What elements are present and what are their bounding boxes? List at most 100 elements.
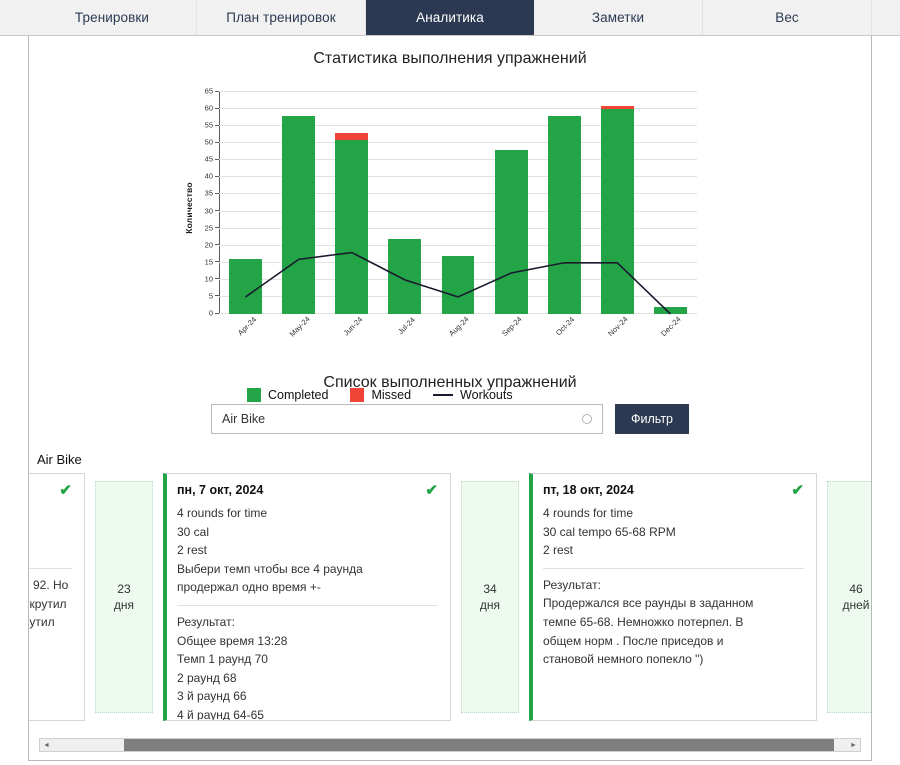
- chart-y-tick-label: 45: [205, 155, 219, 164]
- card-divider: [28, 568, 72, 569]
- card-text-line: Продержался все раунды в заданном: [543, 594, 804, 613]
- tab-zametki[interactable]: Заметки: [534, 0, 703, 35]
- tab-plan-trenirovok[interactable]: План тренировок: [197, 0, 366, 35]
- card-plan: 4 rounds for time30 cal2 restВыбери темп…: [177, 504, 438, 597]
- card-result: лаксимальный рпм 92. Ноеднем раунде. Так…: [28, 576, 72, 650]
- tab-trenirovki[interactable]: Тренировки: [28, 0, 197, 35]
- chart-y-tick-label: 25: [205, 223, 219, 232]
- statistics-chart: Количество 05101520253035404550556065 Ap…: [29, 68, 872, 368]
- chart-x-tick-label: Aug-24: [447, 315, 470, 338]
- tab-bar-right-spacer: [872, 0, 900, 35]
- card-divider: [177, 605, 438, 606]
- card-text-line: Темп 1 раунд 70: [177, 650, 438, 669]
- search-input[interactable]: Air Bike: [211, 404, 603, 434]
- legend-swatch-icon: [350, 388, 364, 402]
- chart-legend: Completed Missed Workouts: [247, 388, 513, 402]
- rest-gap-unit: дня: [114, 597, 134, 613]
- legend-label: Workouts: [460, 388, 513, 402]
- tab-label: Тренировки: [75, 10, 149, 25]
- legend-line-icon: [433, 394, 453, 396]
- exercise-card[interactable]: пн, 7 окт, 2024 ✔ 4 rounds for time30 cal2…: [163, 473, 451, 721]
- tab-analitika[interactable]: Аналитика: [366, 0, 534, 35]
- chart-y-tick-label: 20: [205, 240, 219, 249]
- chart-x-tick-label: May-24: [287, 314, 311, 338]
- card-text-line: темпе 65-68. Немножко потерпел. В: [543, 613, 804, 632]
- card-text-line: 4 й раунд 64-65: [177, 706, 438, 721]
- legend-label: Completed: [268, 388, 328, 402]
- check-icon: ✔: [59, 483, 72, 498]
- card-result: Результат:Продержался все раунды в задан…: [543, 576, 804, 669]
- chart-y-tick-label: 0: [209, 309, 219, 318]
- rest-gap-number: 34: [483, 581, 496, 597]
- tab-label: Заметки: [592, 10, 644, 25]
- card-text-line: еднем раунде. Так крутил: [28, 595, 72, 614]
- chart-x-tick-label: Jun-24: [342, 315, 365, 338]
- rest-gap: 46дней: [827, 481, 872, 713]
- search-row: Air Bike Фильтр: [29, 404, 871, 434]
- scrollbar-thumb[interactable]: [124, 739, 834, 751]
- chart-y-tick-label: 15: [205, 257, 219, 266]
- legend-item[interactable]: Workouts: [433, 388, 513, 402]
- tab-bar-left-spacer: [0, 0, 28, 35]
- card-text-line: Результат:: [543, 576, 804, 595]
- check-icon: ✔: [425, 483, 438, 498]
- card-text-line: Общее время 13:28: [177, 632, 438, 651]
- legend-swatch-icon: [247, 388, 261, 402]
- card-divider: [543, 568, 804, 569]
- card-text-line: 2 раунд 68: [177, 669, 438, 688]
- card-date: пн, 7 окт, 2024: [177, 483, 263, 497]
- chart-x-tick-label: Jul-24: [396, 315, 417, 336]
- chart-y-tick-label: 5: [209, 291, 219, 300]
- rest-gap-number: 23: [117, 581, 130, 597]
- card-text-line: отдыхал 40рпм: [28, 632, 72, 651]
- card-text-line: 2 rest: [177, 541, 438, 560]
- card-text-line: 4 rounds for time: [177, 504, 438, 523]
- page-title: Статистика выполнения упражнений: [29, 36, 871, 68]
- card-text-line: 4 rounds for time: [543, 504, 804, 523]
- card-header: пт, 18 окт, 2024✔: [543, 483, 804, 498]
- tab-label: Вес: [775, 10, 799, 25]
- card-plan-clipped-space: [28, 498, 72, 560]
- card-text-line: 84-86 рпм. 4 кал крутил: [28, 613, 72, 632]
- card-text-line: становой немного попекло "): [543, 650, 804, 669]
- chart-y-tick-label: 55: [205, 121, 219, 130]
- chart-y-tick-label: 50: [205, 138, 219, 147]
- chart-x-tick-label: Apr-24: [235, 315, 257, 337]
- chart-y-tick-label: 10: [205, 274, 219, 283]
- card-header: пн, 7 окт, 2024 ✔: [177, 483, 438, 498]
- card-text-line: лаксимальный рпм 92. Но: [28, 576, 72, 595]
- card-text-line: общем норм . После приседов и: [543, 632, 804, 651]
- card-text-line: Результат:: [177, 613, 438, 632]
- chart-x-tick-label: Dec-24: [660, 315, 683, 338]
- exercise-cards-strip[interactable]: 2024✔ лаксимальный рпм 92. Ноеднем раунде…: [29, 473, 871, 721]
- tab-ves[interactable]: Вес: [703, 0, 872, 35]
- chart-y-tick-label: 40: [205, 172, 219, 181]
- legend-item[interactable]: Missed: [350, 388, 411, 402]
- chart-y-tick-label: 60: [205, 104, 219, 113]
- horizontal-scrollbar[interactable]: ◄ ►: [39, 738, 861, 752]
- chart-y-axis-label: Количество: [184, 182, 194, 234]
- card-header: 2024✔: [28, 483, 72, 498]
- card-text-line: 2 rest: [543, 541, 804, 560]
- exercise-card[interactable]: 2024✔ лаксимальный рпм 92. Ноеднем раунде…: [28, 473, 85, 721]
- card-text-line: 3 й раунд 66: [177, 687, 438, 706]
- card-date: пт, 18 окт, 2024: [543, 483, 634, 497]
- legend-item[interactable]: Completed: [247, 388, 328, 402]
- scroll-left-arrow-icon[interactable]: ◄: [40, 739, 53, 751]
- rest-gap: 34дня: [461, 481, 519, 713]
- tab-bar: Тренировки План тренировок Аналитика Зам…: [0, 0, 900, 36]
- chart-x-tick-label: Nov-24: [606, 315, 629, 338]
- card-plan: 4 rounds for time30 cal tempo 65-68 RPM2…: [543, 504, 804, 560]
- card-result: Результат:Общее время 13:28Темп 1 раунд …: [177, 613, 438, 721]
- exercise-card[interactable]: пт, 18 окт, 2024✔ 4 rounds for time30 cal…: [529, 473, 817, 721]
- filter-button[interactable]: Фильтр: [615, 404, 689, 434]
- chart-line-series: [219, 92, 697, 314]
- tab-label: Аналитика: [416, 10, 484, 25]
- rest-gap: 23дня: [95, 481, 153, 713]
- chart-x-tick-label: Sep-24: [500, 315, 523, 338]
- tab-label: План тренировок: [226, 10, 335, 25]
- scroll-right-arrow-icon[interactable]: ►: [847, 739, 860, 751]
- clear-icon[interactable]: [582, 414, 592, 424]
- exercise-group-label: Air Bike: [37, 452, 871, 467]
- chart-y-tick-label: 65: [205, 87, 219, 96]
